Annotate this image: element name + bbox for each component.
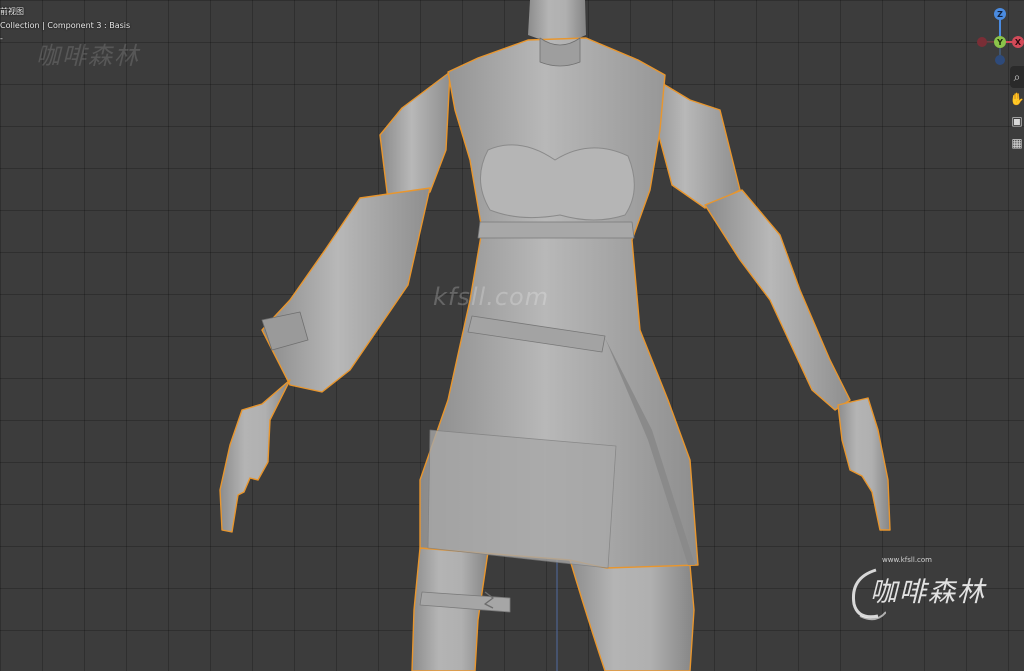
watermark-logo: www.kfsll.com 咖啡森林	[846, 556, 1006, 626]
viewport-nav-tools: ⌕ ✋ ▣ ▦	[1010, 66, 1024, 154]
model-right-sleeve	[704, 189, 851, 411]
watermark-url: www.kfsll.com	[882, 556, 932, 564]
watermark-name: 咖啡森林	[870, 577, 986, 608]
watermark-top-left: 咖啡森林	[36, 42, 140, 70]
viewport-frame-info: ‐	[0, 34, 3, 43]
model-left-hand	[219, 379, 291, 533]
model-right-hand	[837, 397, 891, 531]
navigation-gizmo[interactable]: Z X Y	[972, 6, 1024, 68]
3d-viewport[interactable]: 前视图 Collection | Component 3 : Basis ‐ 咖…	[0, 0, 1024, 671]
gizmo-neg-x-axis[interactable]	[977, 37, 987, 47]
hand-icon[interactable]: ✋	[1010, 88, 1024, 110]
gizmo-x-label: X	[1015, 38, 1022, 47]
model-neck	[528, 0, 586, 42]
gizmo-neg-z-axis[interactable]	[995, 55, 1005, 65]
model-waist-band	[477, 221, 635, 239]
camera-icon[interactable]: ▣	[1010, 110, 1024, 132]
grid-icon[interactable]: ▦	[1010, 132, 1024, 154]
model-left-shoulder-sleeve	[379, 71, 451, 201]
watermark-center: kfsll.com	[433, 283, 550, 311]
gizmo-y-label: Y	[996, 38, 1003, 47]
viewport-collection-info: Collection | Component 3 : Basis	[0, 21, 131, 30]
model-right-leg	[569, 559, 695, 671]
gizmo-z-label: Z	[997, 10, 1003, 19]
model-skirt-panel	[427, 429, 617, 569]
zoom-icon[interactable]: ⌕	[1010, 66, 1024, 88]
viewport-view-name: 前视图	[0, 7, 24, 16]
character-model[interactable]	[219, 0, 891, 671]
model-left-sleeve	[261, 187, 431, 393]
